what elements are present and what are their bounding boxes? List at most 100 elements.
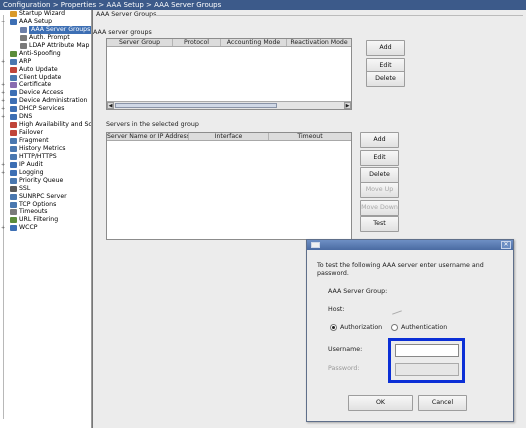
ok-button[interactable]: OK [348,395,413,411]
column-header[interactable]: Accounting Mode [221,39,287,46]
host-value-mark [392,310,402,315]
shield-icon [10,50,17,57]
username-input[interactable] [395,344,459,357]
device-access-icon [10,90,17,97]
tree-item[interactable]: LDAP Attribute Map [0,42,91,50]
expand-icon[interactable]: + [1,81,7,89]
tree-item[interactable]: History Metrics [0,145,91,153]
server-groups-table[interactable]: Server Group Protocol Accounting Mode Re… [106,38,352,110]
tree-item[interactable]: SSL [0,185,91,193]
http-icon [10,153,17,160]
test-aaa-server-dialog: ✕ To test the following AAA server enter… [306,239,514,422]
tree-item-label: Auto Update [19,65,58,73]
device-admin-icon [10,98,17,105]
tree-item-label: Device Administration [19,97,88,105]
tree-item[interactable]: + ARP [0,58,91,66]
expand-icon[interactable]: + [1,169,7,177]
tree-item-label: Device Access [19,89,64,97]
url-filtering-icon [10,217,17,224]
column-header[interactable]: Timeout [269,133,351,140]
column-header[interactable]: Interface [189,133,269,140]
history-metrics-icon [10,145,17,152]
tree-item[interactable]: Client Update [0,74,91,82]
tree-item[interactable]: High Availability and Scal [0,121,91,129]
tree-item-label: Certificate [19,81,52,89]
expand-icon[interactable]: + [1,89,7,97]
tree-item-label: Timeouts [19,208,48,216]
tree-item[interactable]: SUNRPC Server [0,193,91,201]
tree-item-label: DNS [19,113,33,121]
breadcrumb: Configuration > Properties > AAA Setup >… [0,0,526,10]
server-group-icon [20,26,27,33]
tree-item-label: HTTP/HTTPS [19,152,57,160]
move-down-button[interactable]: Move Down [360,200,399,216]
tree-item[interactable]: Auto Update [0,66,91,74]
tree-item[interactable]: + DNS [0,113,91,121]
tree-item[interactable]: + Logging [0,169,91,177]
scroll-thumb[interactable] [115,103,277,108]
tree-item[interactable]: Anti-Spoofing [0,50,91,58]
dialog-instruction: To test the following AAA server enter u… [317,262,484,277]
authentication-radio[interactable] [391,324,398,331]
tree-item-label: Failover [19,129,44,137]
tree-item[interactable]: TCP Options [0,201,91,209]
group-divider [151,15,523,16]
expand-icon[interactable]: + [1,105,7,113]
servers-table[interactable]: Server Name or IP Address Interface Time… [106,132,352,240]
tree-item[interactable]: AAA Server Groups [0,25,91,34]
move-up-button[interactable]: Move Up [360,182,399,198]
tree-item[interactable]: Fragment [0,137,91,145]
collapse-icon[interactable]: − [1,18,7,26]
tree-item[interactable]: + Device Access [0,89,91,97]
tree-item[interactable]: Priority Queue [0,177,91,185]
column-header[interactable]: Server Group [107,39,173,46]
column-header[interactable]: Reactivation Mode [287,39,351,46]
delete-server-group-button[interactable]: Delete [366,71,405,87]
prompt-icon [20,34,27,41]
expand-icon[interactable]: + [1,161,7,169]
tree-item[interactable]: Timeouts [0,208,91,216]
host-label: Host: [328,306,345,313]
window-icon [311,242,320,248]
tree-item-label: ARP [19,57,32,65]
expand-icon[interactable]: + [1,224,7,232]
horizontal-scrollbar[interactable]: ◀ ▶ [107,101,351,109]
tree-item-label: Client Update [19,73,62,81]
tree-item[interactable]: Auth. Prompt [0,34,91,42]
tree-item[interactable]: URL Filtering [0,216,91,224]
tree-item[interactable]: Failover [0,129,91,137]
expand-icon[interactable]: + [1,58,7,66]
expand-icon[interactable]: + [1,113,7,121]
close-icon[interactable]: ✕ [501,241,511,249]
tree-item[interactable]: − AAA Setup [0,18,91,26]
delete-server-button[interactable]: Delete [360,167,399,183]
expand-icon[interactable]: + [1,97,7,105]
tree-item[interactable]: + Device Administration [0,97,91,105]
password-input[interactable] [395,363,459,376]
tree-item[interactable]: Startup Wizard [0,10,91,18]
dhcp-icon [10,106,17,113]
scroll-right-icon[interactable]: ▶ [344,102,351,109]
tree-items: Startup Wizard − AAA Setup AAA Server Group… [0,10,91,232]
cancel-button[interactable]: Cancel [418,395,467,411]
dialog-titlebar[interactable]: ✕ [307,240,513,250]
scroll-left-icon[interactable]: ◀ [107,102,114,109]
column-header[interactable]: Server Name or IP Address [107,133,189,140]
tree-item[interactable]: + DHCP Services [0,105,91,113]
tree-item[interactable]: HTTP/HTTPS [0,153,91,161]
column-header[interactable]: Protocol [173,39,221,46]
tree-item[interactable]: + IP Audit [0,161,91,169]
tree-item-label: Startup Wizard [19,10,66,17]
certificate-icon [10,82,17,89]
add-server-button[interactable]: Add [360,132,399,148]
authorization-radio[interactable] [330,324,337,331]
tree-item-label: Fragment [19,137,49,144]
authorization-label[interactable]: Authorization [340,324,382,331]
servers-title: Servers in the selected group [106,121,199,128]
authentication-label[interactable]: Authentication [401,324,447,331]
test-server-button[interactable]: Test [360,216,399,232]
tree-item[interactable]: + Certificate [0,81,91,89]
add-server-group-button[interactable]: Add [366,40,405,56]
tree-item[interactable]: + WCCP [0,224,91,232]
edit-server-button[interactable]: Edit [360,150,399,166]
